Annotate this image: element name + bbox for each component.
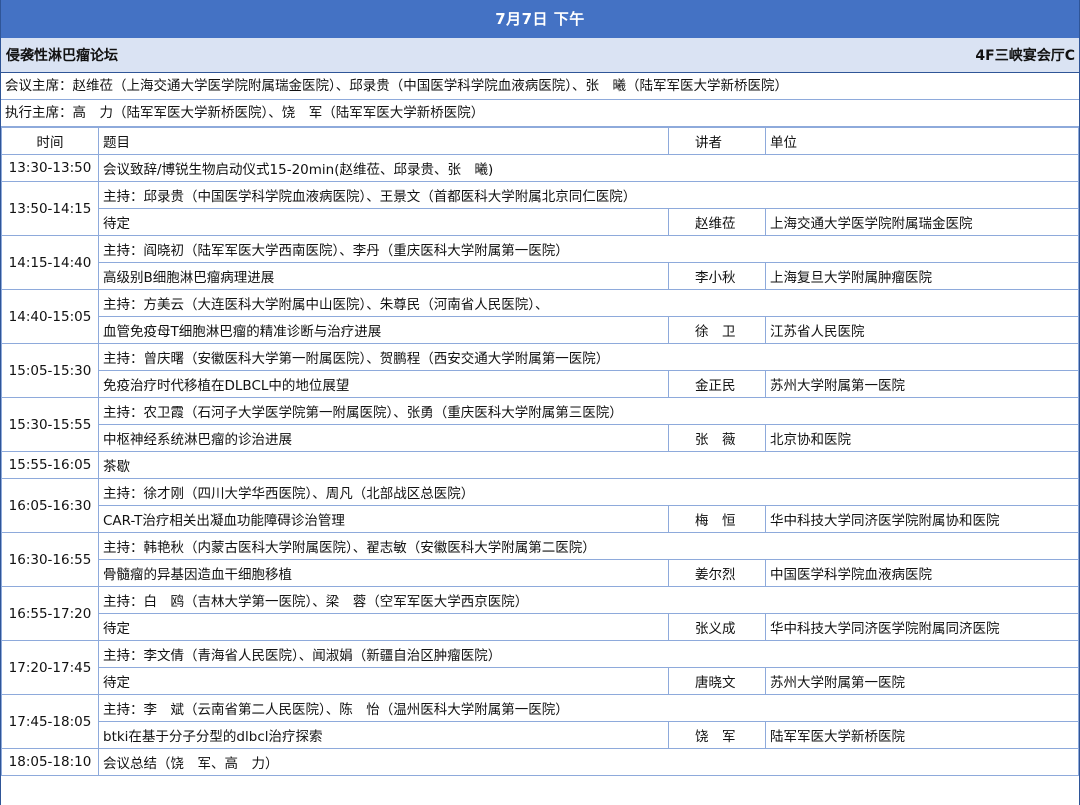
talk-unit: 上海交通大学医学院附属瑞金医院 — [765, 208, 1079, 236]
table-row: 待定 唐晓文 苏州大学附属第一医院 — [2, 667, 1079, 695]
closing-text: 会议总结（饶 军、高 力） — [98, 748, 1079, 776]
talk-speaker: 唐晓文 — [668, 667, 766, 695]
talk-unit: 中国医学科学院血液病医院 — [765, 559, 1079, 587]
session-host: 主持：徐才刚（四川大学华西医院）、周凡（北部战区总医院） — [98, 478, 1079, 506]
meeting-chairs: 会议主席：赵维莅（上海交通大学医学院附属瑞金医院）、邱录贵（中国医学科学院血液病… — [1, 73, 1079, 100]
table-header-row: 时间 题目 讲者 单位 — [1, 127, 1079, 155]
session-time: 17:20-17:45 — [1, 640, 99, 695]
table-row: btki在基于分子分型的dlbcl治疗探索 饶 军 陆军军医大学新桥医院 — [2, 721, 1079, 749]
talk-speaker: 金正民 — [668, 370, 766, 398]
talk-unit: 北京协和医院 — [765, 424, 1079, 452]
table-row: 待定 张义成 华中科技大学同济医学院附属同济医院 — [2, 613, 1079, 641]
talk-speaker: 饶 军 — [668, 721, 766, 749]
header-unit: 单位 — [765, 127, 1079, 155]
session-time: 15:05-15:30 — [1, 343, 99, 398]
session-time: 15:30-15:55 — [1, 397, 99, 452]
session-time: 14:15-14:40 — [1, 235, 99, 290]
session-time: 13:30-13:50 — [1, 154, 99, 182]
table-row: 14:15-14:40 主持：阎晓初（陆军军医大学西南医院）、李丹（重庆医科大学… — [1, 235, 1079, 290]
talk-speaker: 赵维莅 — [668, 208, 766, 236]
talk-topic: 中枢神经系统淋巴瘤的诊治进展 — [98, 424, 669, 452]
talk-speaker: 李小秋 — [668, 262, 766, 290]
talk-unit: 华中科技大学同济医学院附属协和医院 — [765, 505, 1079, 533]
table-row: 血管免疫母T细胞淋巴瘤的精准诊断与治疗进展 徐 卫 江苏省人民医院 — [2, 316, 1079, 344]
header-speaker: 讲者 — [668, 127, 766, 155]
talk-unit: 苏州大学附属第一医院 — [765, 370, 1079, 398]
table-row: 18:05-18:10 会议总结（饶 军、高 力） — [1, 748, 1079, 776]
table-row: 15:55-16:05 茶歇 — [1, 451, 1079, 479]
talk-speaker: 张 薇 — [668, 424, 766, 452]
session-time: 18:05-18:10 — [1, 748, 99, 776]
forum-room: 4F三峡宴会厅C — [975, 48, 1075, 64]
talk-unit: 上海复旦大学附属肿瘤医院 — [765, 262, 1079, 290]
talk-speaker: 张义成 — [668, 613, 766, 641]
talk-speaker: 徐 卫 — [668, 316, 766, 344]
table-row: 待定 赵维莅 上海交通大学医学院附属瑞金医院 — [2, 208, 1079, 236]
session-host: 主持：白 鸥（吉林大学第一医院）、梁 蓉（空军军医大学西京医院） — [98, 586, 1079, 614]
talk-speaker: 姜尔烈 — [668, 559, 766, 587]
executive-chairs: 执行主席：高 力（陆军军医大学新桥医院）、饶 军（陆军军医大学新桥医院） — [1, 100, 1079, 127]
talk-topic: 待定 — [98, 667, 669, 695]
talk-topic: 免疫治疗时代移植在DLBCL中的地位展望 — [98, 370, 669, 398]
session-time: 16:05-16:30 — [1, 478, 99, 533]
forum-bar: 侵袭性淋巴瘤论坛 4F三峡宴会厅C — [1, 38, 1079, 73]
table-row: 15:30-15:55 主持：农卫霞（石河子大学医学院第一附属医院）、张勇（重庆… — [1, 397, 1079, 452]
table-row: 15:05-15:30 主持：曾庆曙（安徽医科大学第一附属医院）、贺鹏程（西安交… — [1, 343, 1079, 398]
session-host: 主持：阎晓初（陆军军医大学西南医院）、李丹（重庆医科大学附属第一医院） — [98, 235, 1079, 263]
session-time: 16:30-16:55 — [1, 532, 99, 587]
session-host: 主持：邱录贵（中国医学科学院血液病医院）、王景文（首都医科大学附属北京同仁医院） — [98, 181, 1079, 209]
table-row: 16:55-17:20 主持：白 鸥（吉林大学第一医院）、梁 蓉（空军军医大学西… — [1, 586, 1079, 641]
table-row: 13:30-13:50 会议致辞/博锐生物启动仪式15-20min(赵维莅、邱录… — [1, 154, 1079, 182]
session-host: 主持：方美云（大连医科大学附属中山医院）、朱尊民（河南省人民医院）、 — [98, 289, 1079, 317]
table-row: 17:20-17:45 主持：李文倩（青海省人民医院）、闻淑娟（新疆自治区肿瘤医… — [1, 640, 1079, 695]
talk-unit: 陆军军医大学新桥医院 — [765, 721, 1079, 749]
opening-text: 会议致辞/博锐生物启动仪式15-20min(赵维莅、邱录贵、张 曦) — [98, 154, 1079, 182]
table-row: 14:40-15:05 主持：方美云（大连医科大学附属中山医院）、朱尊民（河南省… — [1, 289, 1079, 344]
talk-topic: btki在基于分子分型的dlbcl治疗探索 — [98, 721, 669, 749]
schedule-table: 时间 题目 讲者 单位 13:30-13:50 会议致辞/博锐生物启动仪式15-… — [1, 127, 1079, 776]
session-host: 主持：曾庆曙（安徽医科大学第一附属医院）、贺鹏程（西安交通大学附属第一医院） — [98, 343, 1079, 371]
table-row: 16:05-16:30 主持：徐才刚（四川大学华西医院）、周凡（北部战区总医院） — [1, 478, 1079, 533]
talk-unit: 苏州大学附属第一医院 — [765, 667, 1079, 695]
table-row: CAR-T治疗相关出凝血功能障碍诊治管理 梅 恒 华中科技大学同济医学院附属协和… — [2, 505, 1079, 533]
table-row: 骨髓瘤的异基因造血干细胞移植 姜尔烈 中国医学科学院血液病医院 — [2, 559, 1079, 587]
talk-topic: CAR-T治疗相关出凝血功能障碍诊治管理 — [98, 505, 669, 533]
talk-topic: 高级别B细胞淋巴瘤病理进展 — [98, 262, 669, 290]
table-row: 免疫治疗时代移植在DLBCL中的地位展望 金正民 苏州大学附属第一医院 — [2, 370, 1079, 398]
session-time: 15:55-16:05 — [1, 451, 99, 479]
table-row: 16:30-16:55 主持：韩艳秋（内蒙古医科大学附属医院）、翟志敏（安徽医科… — [1, 532, 1079, 587]
date-header: 7月7日 下午 — [1, 0, 1079, 38]
talk-unit: 华中科技大学同济医学院附属同济医院 — [765, 613, 1079, 641]
session-time: 16:55-17:20 — [1, 586, 99, 641]
session-time: 14:40-15:05 — [1, 289, 99, 344]
session-host: 主持：李 斌（云南省第二人民医院）、陈 怡（温州医科大学附属第一医院） — [98, 694, 1079, 722]
table-row: 中枢神经系统淋巴瘤的诊治进展 张 薇 北京协和医院 — [2, 424, 1079, 452]
session-host: 主持：韩艳秋（内蒙古医科大学附属医院）、翟志敏（安徽医科大学附属第二医院） — [98, 532, 1079, 560]
schedule-page: 7月7日 下午 侵袭性淋巴瘤论坛 4F三峡宴会厅C 会议主席：赵维莅（上海交通大… — [0, 0, 1080, 805]
tea-break-text: 茶歇 — [98, 451, 1079, 479]
talk-unit: 江苏省人民医院 — [765, 316, 1079, 344]
header-time: 时间 — [1, 127, 99, 155]
talk-speaker: 梅 恒 — [668, 505, 766, 533]
session-time: 13:50-14:15 — [1, 181, 99, 236]
session-time: 17:45-18:05 — [1, 694, 99, 749]
session-host: 主持：李文倩（青海省人民医院）、闻淑娟（新疆自治区肿瘤医院） — [98, 640, 1079, 668]
talk-topic: 待定 — [98, 613, 669, 641]
talk-topic: 待定 — [98, 208, 669, 236]
header-topic: 题目 — [98, 127, 669, 155]
table-row: 高级别B细胞淋巴瘤病理进展 李小秋 上海复旦大学附属肿瘤医院 — [2, 262, 1079, 290]
session-host: 主持：农卫霞（石河子大学医学院第一附属医院）、张勇（重庆医科大学附属第三医院） — [98, 397, 1079, 425]
table-row: 17:45-18:05 主持：李 斌（云南省第二人民医院）、陈 怡（温州医科大学… — [1, 694, 1079, 749]
talk-topic: 骨髓瘤的异基因造血干细胞移植 — [98, 559, 669, 587]
talk-topic: 血管免疫母T细胞淋巴瘤的精准诊断与治疗进展 — [98, 316, 669, 344]
forum-title: 侵袭性淋巴瘤论坛 — [6, 48, 118, 64]
table-row: 13:50-14:15 主持：邱录贵（中国医学科学院血液病医院）、王景文（首都医… — [1, 181, 1079, 236]
